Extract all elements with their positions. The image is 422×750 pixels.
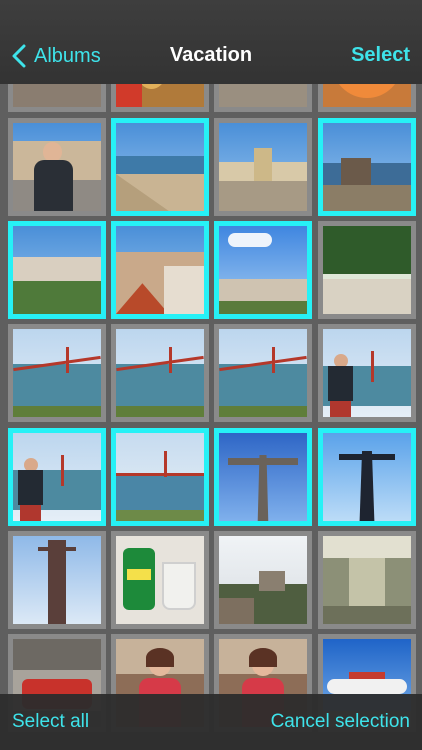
photo-image [219,536,307,624]
photo-image [323,329,411,417]
photo-image [323,433,411,521]
photo-image [323,226,411,314]
photo-thumbnail[interactable] [214,221,312,319]
select-all-button[interactable]: Select all [12,711,89,733]
photo-image [116,329,204,417]
photo-image [219,226,307,314]
photo-thumbnail[interactable] [214,428,312,526]
photo-thumbnail[interactable] [111,531,209,629]
photo-image [219,433,307,521]
photo-thumbnail[interactable] [111,428,209,526]
navigation-bar: Albums Vacation Select [0,0,422,84]
photo-image [323,123,411,211]
photo-thumbnail[interactable] [8,428,106,526]
photo-image [116,433,204,521]
photo-image [323,536,411,624]
photo-thumbnail[interactable] [318,428,416,526]
bottom-toolbar: Select all Cancel selection [0,694,422,750]
photo-thumbnail[interactable] [318,324,416,422]
photo-thumbnail[interactable] [111,324,209,422]
photo-image [13,226,101,314]
photo-thumbnail[interactable] [8,531,106,629]
photo-image [219,329,307,417]
photo-image [13,123,101,211]
photo-thumbnail[interactable] [214,118,312,216]
photo-image [13,536,101,624]
cancel-selection-button[interactable]: Cancel selection [271,711,410,733]
photo-image [116,536,204,624]
photo-thumbnail[interactable] [8,118,106,216]
photo-grid [0,0,422,750]
photo-thumbnail[interactable] [111,221,209,319]
photo-image [116,226,204,314]
photo-thumbnail[interactable] [111,118,209,216]
select-button[interactable]: Select [351,44,410,67]
photo-thumbnail[interactable] [8,221,106,319]
photo-thumbnail[interactable] [214,324,312,422]
photo-thumbnail[interactable] [318,221,416,319]
photo-thumbnail[interactable] [318,118,416,216]
photo-image [13,329,101,417]
photo-image [116,123,204,211]
photo-image [219,123,307,211]
photo-thumbnail[interactable] [8,324,106,422]
photo-thumbnail[interactable] [214,531,312,629]
photo-thumbnail[interactable] [318,531,416,629]
photo-image [13,433,101,521]
